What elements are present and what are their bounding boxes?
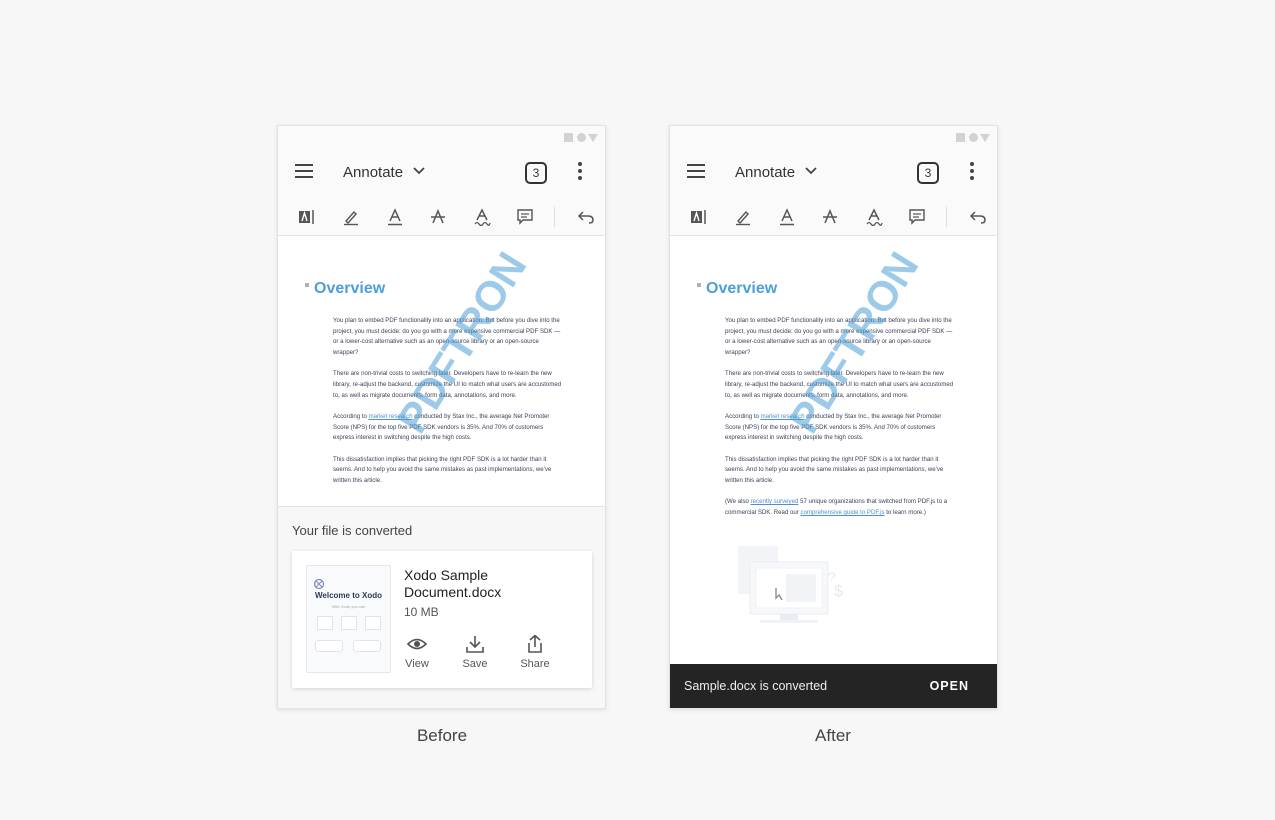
home-icon — [577, 133, 586, 142]
pdfjs-guide-link[interactable]: comprehensive guide to PDF.js — [801, 509, 885, 516]
snackbar: Sample.docx is converted OPEN — [670, 664, 997, 708]
freehand-pen-icon[interactable] — [342, 208, 360, 226]
text-box-icon[interactable] — [298, 208, 316, 226]
mode-label[interactable]: Annotate — [735, 164, 795, 181]
svg-text:$: $ — [834, 583, 843, 600]
freehand-pen-icon[interactable] — [734, 208, 752, 226]
thumbnail-subtitle: With Xodo you can — [331, 604, 366, 609]
thumbnail-feature-pill — [315, 640, 343, 652]
paragraph: This dissatisfaction implies that pickin… — [333, 455, 552, 484]
phone-after: Annotate 3 Overview You plan to embed PD… — [669, 125, 998, 709]
document-page[interactable]: Overview You plan to embed PDF functiona… — [670, 236, 997, 708]
document-title: Overview — [706, 280, 778, 297]
thumbnail-feature-pill — [353, 640, 381, 652]
paragraph: This dissatisfaction implies that pickin… — [725, 455, 944, 484]
save-button[interactable]: Save — [453, 635, 497, 670]
eye-icon — [407, 638, 427, 650]
tabs-count-button[interactable]: 3 — [525, 162, 547, 184]
comment-icon[interactable] — [516, 208, 534, 226]
computer-illustration: ? $ — [738, 546, 843, 623]
thumbnail-feature-box — [317, 616, 333, 630]
conversion-sheet: Your file is converted Welcome to Xodo W… — [278, 506, 605, 708]
share-icon — [528, 635, 542, 653]
annotation-toolbar — [278, 198, 605, 236]
app-bar: Annotate 3 — [670, 148, 997, 198]
xodo-logo-icon — [313, 578, 325, 590]
back-icon — [588, 134, 598, 142]
text-underline-icon[interactable] — [778, 208, 796, 226]
caption-after: After — [815, 726, 851, 745]
mode-label[interactable]: Annotate — [343, 164, 403, 181]
status-bar — [278, 126, 605, 148]
text-strikeout-icon[interactable] — [821, 208, 839, 226]
paragraph-text: (We also — [725, 498, 751, 506]
view-label: View — [405, 658, 429, 670]
tabs-count-button[interactable]: 3 — [917, 162, 939, 184]
status-bar — [670, 126, 997, 148]
recently-surveyed-link[interactable]: recently surveyed — [751, 498, 799, 505]
chevron-down-icon[interactable] — [413, 167, 425, 175]
paragraph: According to market research conducted b… — [333, 412, 565, 444]
home-icon — [969, 133, 978, 142]
file-thumbnail[interactable]: Welcome to Xodo With Xodo you can — [306, 565, 391, 673]
phone-before: Annotate 3 Overview You plan to embed PD… — [277, 125, 606, 709]
recents-icon — [564, 133, 573, 142]
share-button[interactable]: Share — [513, 635, 557, 670]
undo-icon[interactable] — [969, 208, 987, 226]
paragraph-text: According to — [333, 412, 369, 420]
text-strikeout-icon[interactable] — [429, 208, 447, 226]
text-squiggly-icon[interactable] — [473, 208, 491, 226]
toolbar-divider — [554, 207, 555, 227]
document-title: Overview — [314, 280, 386, 297]
more-vert-icon[interactable] — [970, 162, 974, 182]
download-icon — [466, 636, 484, 653]
heading-marker — [697, 283, 701, 287]
file-size: 10 MB — [404, 605, 439, 619]
file-card: Welcome to Xodo With Xodo you can Xodo S… — [292, 551, 592, 688]
sheet-heading: Your file is converted — [292, 523, 413, 538]
save-label: Save — [462, 658, 488, 670]
undo-icon[interactable] — [577, 208, 595, 226]
paragraph-text: According to — [725, 412, 761, 420]
file-name: Xodo Sample Document.docx — [404, 567, 502, 600]
app-bar: Annotate 3 — [278, 148, 605, 198]
text-underline-icon[interactable] — [386, 208, 404, 226]
paragraph: (We also recently surveyed 57 unique org… — [725, 497, 957, 518]
comment-icon[interactable] — [908, 208, 926, 226]
text-box-icon[interactable] — [690, 208, 708, 226]
back-icon — [980, 134, 990, 142]
open-button[interactable]: OPEN — [930, 679, 969, 693]
heading-marker — [305, 283, 309, 287]
share-label: Share — [520, 658, 550, 670]
caption-before: Before — [416, 726, 468, 745]
thumbnail-feature-box — [341, 616, 357, 630]
recents-icon — [956, 133, 965, 142]
menu-icon[interactable] — [687, 164, 705, 178]
toolbar-divider — [946, 207, 947, 227]
paragraph-text: to learn more.) — [884, 508, 926, 516]
menu-icon[interactable] — [295, 164, 313, 178]
paragraph: According to market research conducted b… — [725, 412, 957, 444]
text-squiggly-icon[interactable] — [865, 208, 883, 226]
more-vert-icon[interactable] — [578, 162, 582, 182]
chevron-down-icon[interactable] — [805, 167, 817, 175]
view-button[interactable]: View — [395, 635, 439, 670]
annotation-toolbar — [670, 198, 997, 236]
snackbar-message: Sample.docx is converted — [684, 679, 828, 693]
thumbnail-feature-box — [365, 616, 381, 630]
thumbnail-title: Welcome to Xodo — [315, 591, 382, 600]
